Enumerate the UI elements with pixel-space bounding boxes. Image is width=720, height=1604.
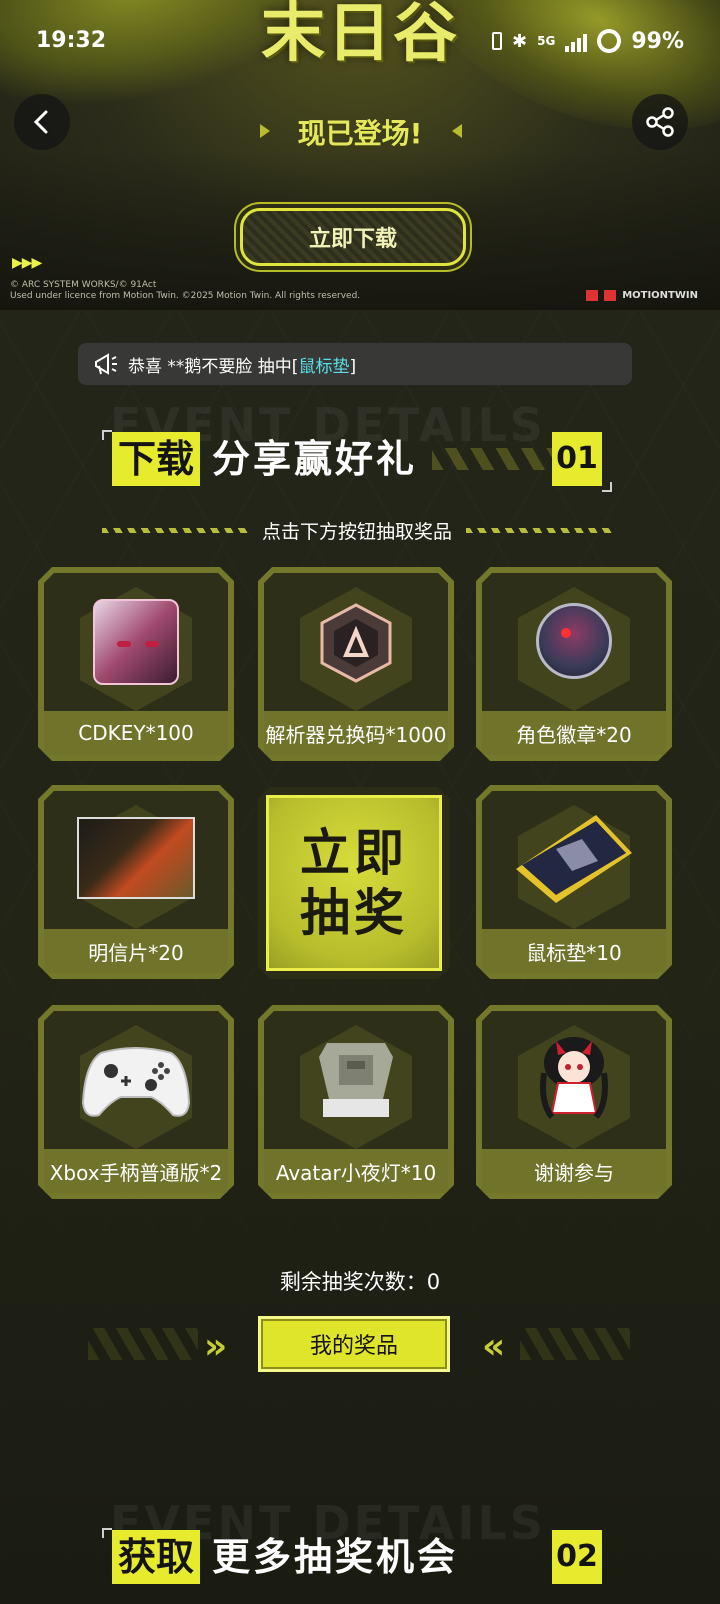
section-label: 下载 (112, 432, 201, 486)
section-number: 01 (552, 432, 602, 486)
share-button[interactable] (632, 94, 688, 150)
dash-divider (102, 527, 248, 533)
mascot-girl-icon (536, 1033, 612, 1125)
section-label: 获取 (112, 1530, 201, 1584)
notice-text: 恭喜 **鹅不要脸 抽中[鼠标垫] (128, 352, 356, 377)
prize-label: Xbox手柄普通版*2 (44, 1149, 228, 1193)
prize-label: CDKEY*100 (44, 711, 228, 755)
publisher-logo-icon (586, 290, 599, 301)
stripe-decor (520, 1328, 630, 1360)
notice-suffix: ] (349, 356, 357, 377)
network-type: 5G (537, 34, 556, 48)
analyzer-cube-icon (316, 601, 396, 689)
prize-card-cdkey: CDKEY*100 (38, 567, 234, 761)
draw-button-text: 立即 抽奖 (300, 823, 408, 943)
prize-label: 明信片*20 (44, 929, 228, 973)
mousepad-icon (512, 809, 636, 909)
chevron-left-icon (33, 110, 48, 134)
vibrate-icon (492, 32, 503, 50)
prize-card-badge: 角色徽章*20 (476, 567, 672, 761)
draw-line-1: 立即 (300, 824, 408, 882)
studio-logo-icon (604, 290, 617, 301)
share-icon (646, 107, 674, 137)
character-avatar-icon (93, 599, 179, 685)
signal-icon (565, 30, 588, 52)
status-icons: ✱ 5G 99% (492, 26, 684, 56)
download-button[interactable]: 立即下载 (240, 208, 466, 266)
prize-label: 谢谢参与 (482, 1149, 666, 1193)
partner-logos: MOTIONTWIN (586, 290, 698, 301)
section-header-2: 获取 更多抽奖机会 02 (102, 1528, 612, 1588)
stripe-decor (88, 1328, 198, 1360)
my-prizes-button[interactable]: 我的奖品 (258, 1316, 450, 1372)
chevron-right-icon: » (204, 1326, 227, 1367)
postcard-icon (77, 817, 195, 899)
notice-prefix: 恭喜 **鹅不要脸 抽中[ (128, 356, 299, 377)
prize-label: 鼠标垫*10 (482, 929, 666, 973)
controller-icon (81, 1043, 191, 1125)
triangles-icon: ▶▶▶ (12, 255, 42, 271)
dash-divider (466, 527, 613, 533)
chevron-left-double-icon: « (482, 1326, 505, 1367)
prize-card-night-lamp: Avatar小夜灯*10 (258, 1005, 454, 1199)
corner-mark (102, 1528, 112, 1538)
copyright-text: © ARC SYSTEM WORKS/© 91Act Used under li… (10, 280, 430, 302)
back-button[interactable] (14, 94, 70, 150)
copyright-line-1: © ARC SYSTEM WORKS/© 91Act (10, 280, 157, 290)
corner-mark (602, 482, 612, 492)
draw-button[interactable]: 立即 抽奖 (258, 787, 450, 979)
draw-line-2: 抽奖 (300, 884, 408, 942)
prize-card-mousepad: 鼠标垫*10 (476, 785, 672, 979)
character-badge-icon (536, 603, 612, 679)
prize-card-thanks: 谢谢参与 (476, 1005, 672, 1199)
battery-icon (597, 29, 622, 53)
corner-mark (102, 430, 112, 440)
megaphone-icon (95, 353, 117, 375)
banner-subtitle: 现已登场! (297, 117, 423, 150)
prize-card-controller: Xbox手柄普通版*2 (38, 1005, 234, 1199)
remaining-draws: 剩余抽奖次数：0 (279, 1270, 441, 1294)
section-title: 更多抽奖机会 (212, 1535, 459, 1579)
hint-text: 点击下方按钮抽取奖品 (262, 520, 453, 543)
copyright-line-2: Used under licence from Motion Twin. ©20… (10, 291, 361, 301)
motiontwin-logo: MOTIONTWIN (622, 290, 698, 301)
notice-prize: 鼠标垫 (298, 356, 350, 377)
section-title: 分享赢好礼 (212, 437, 418, 481)
prize-label: 解析器兑换码*1000 (264, 711, 448, 755)
subtitle-arrow-right-icon (452, 124, 462, 138)
clock: 19:32 (36, 28, 107, 53)
section-header-1: 下载 分享赢好礼 01 (102, 430, 612, 492)
prize-card-analyzer: 解析器兑换码*1000 (258, 567, 454, 761)
draw-hint: 点击下方按钮抽取奖品 (102, 518, 613, 543)
section-number: 02 (552, 1530, 602, 1584)
draw-button-face[interactable]: 立即 抽奖 (266, 795, 442, 971)
battery-level: 99% (631, 28, 684, 54)
winner-notice: 恭喜 **鹅不要脸 抽中[鼠标垫] (78, 343, 632, 385)
prize-label: 角色徽章*20 (482, 711, 666, 755)
bluetooth-icon: ✱ (512, 30, 528, 52)
prize-label: Avatar小夜灯*10 (264, 1149, 448, 1193)
prize-card-postcard: 明信片*20 (38, 785, 234, 979)
night-lamp-icon (313, 1035, 399, 1129)
status-bar: 19:32 ✱ 5G 99% (0, 0, 720, 80)
